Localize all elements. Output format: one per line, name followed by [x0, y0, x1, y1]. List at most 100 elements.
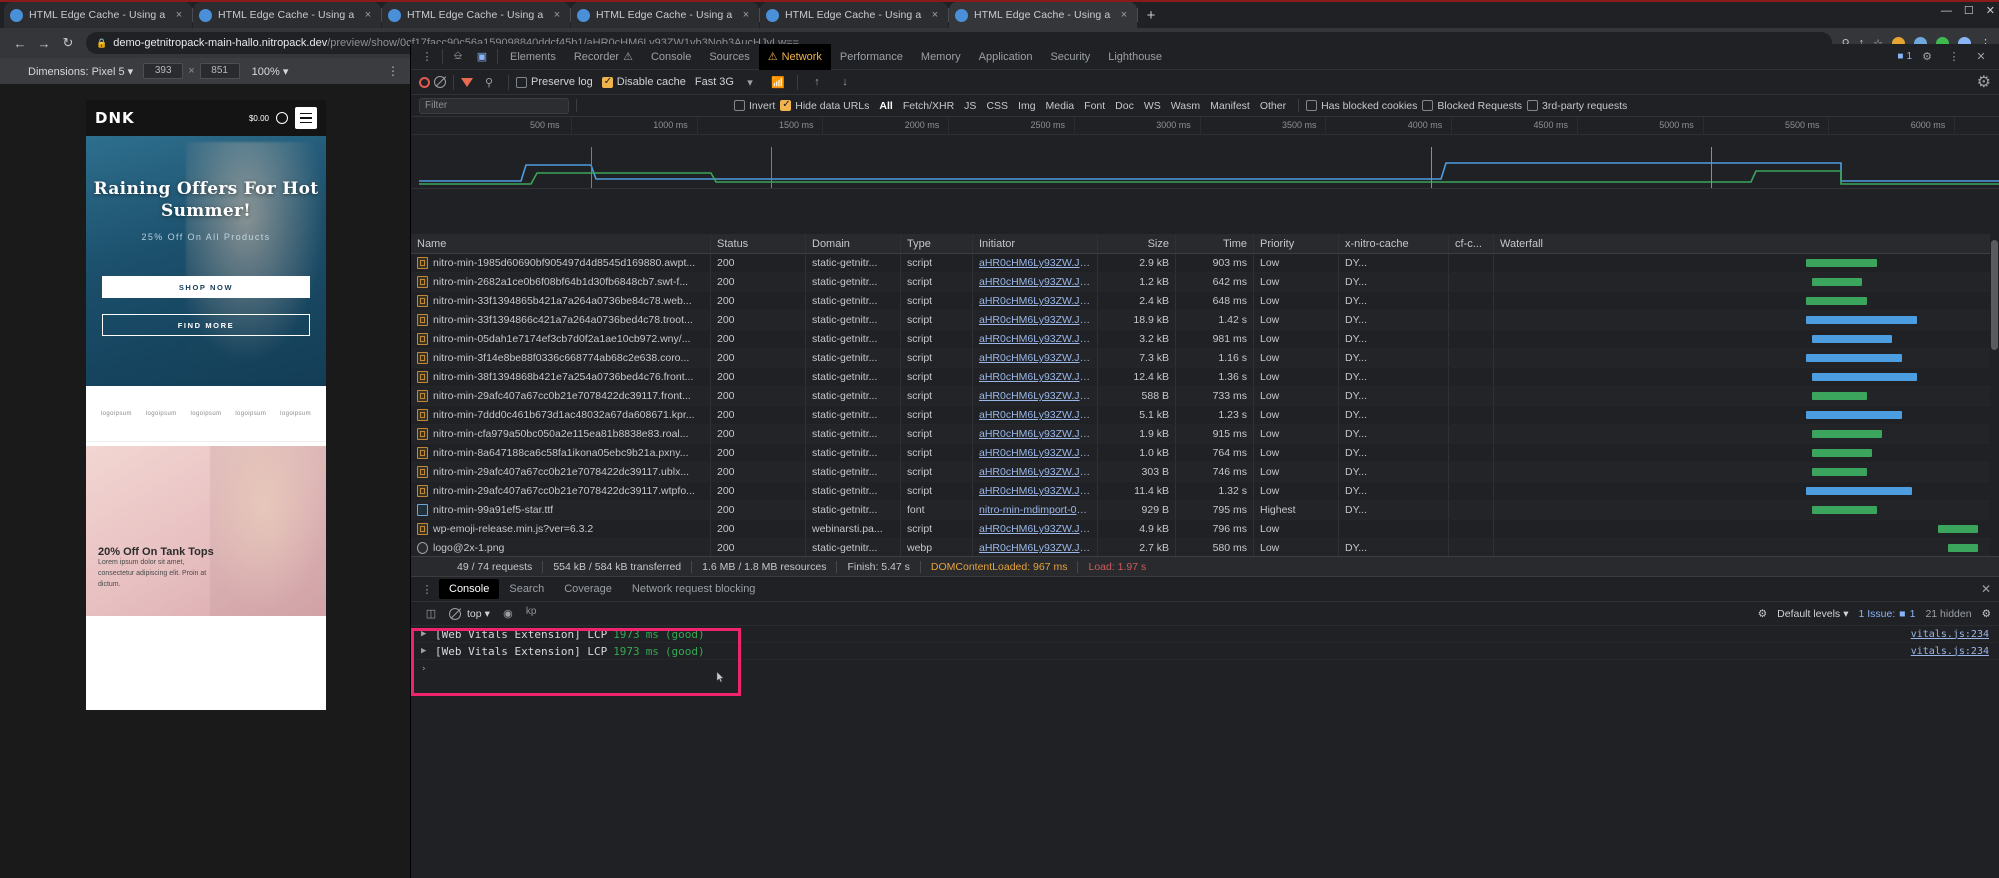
filter-type-fetchxhr[interactable]: Fetch/XHR — [898, 100, 959, 112]
drawer-tab-console[interactable]: Console — [439, 579, 499, 599]
tab-sources[interactable]: Sources — [700, 44, 758, 70]
cell-name[interactable]: nitro-min-cfa979a50bc050a2e115ea81b8838e… — [411, 425, 711, 443]
expand-arrow-icon[interactable]: ▶ — [421, 629, 429, 639]
record-button[interactable] — [419, 77, 430, 88]
initiator-link[interactable]: aHR0cHM6Ly93ZW.Jp... — [979, 371, 1091, 383]
table-row[interactable]: nitro-min-99a91ef5-star.ttf200static-get… — [411, 501, 1999, 520]
browser-tab[interactable]: HTML Edge Cache - Using a × — [382, 2, 570, 28]
drawer-more-icon[interactable]: ⋮ — [415, 578, 439, 600]
table-row[interactable]: wp-emoji-release.min.js?ver=6.3.2200webi… — [411, 520, 1999, 539]
console-prompt[interactable]: › — [411, 660, 1999, 677]
tab-network[interactable]: ⚠Network — [759, 44, 831, 70]
cell-initiator[interactable]: aHR0cHM6Ly93ZW.Jp... — [973, 311, 1098, 329]
filter-type-img[interactable]: Img — [1013, 100, 1041, 112]
initiator-link[interactable]: aHR0cHM6Ly93ZW.Jp... — [979, 485, 1091, 497]
cell-initiator[interactable]: aHR0cHM6Ly93ZW.Jp... — [973, 520, 1098, 538]
initiator-link[interactable]: aHR0cHM6Ly93ZW.Jp... — [979, 542, 1091, 554]
initiator-link[interactable]: aHR0cHM6Ly93ZW.Jp... — [979, 276, 1091, 288]
tab-memory[interactable]: Memory — [912, 44, 970, 70]
cell-name[interactable]: nitro-min-3f14e8be88f0336c668774ab68c2e6… — [411, 349, 711, 367]
filter-icon[interactable] — [461, 78, 473, 87]
column-header-size[interactable]: Size — [1098, 234, 1176, 253]
drawer-tab-network-request-blocking[interactable]: Network request blocking — [622, 579, 766, 599]
cell-initiator[interactable]: aHR0cHM6Ly93ZW.Jp... — [973, 425, 1098, 443]
initiator-link[interactable]: aHR0cHM6Ly93ZW.Jp... — [979, 352, 1091, 364]
device-width-input[interactable]: 393 — [143, 63, 183, 79]
filter-type-all[interactable]: All — [874, 100, 897, 112]
console-message-source[interactable]: vitals.js:234 — [1911, 629, 1999, 640]
cell-initiator[interactable]: aHR0cHM6Ly93ZW.Jp... — [973, 539, 1098, 556]
toggle-device-toolbar-icon[interactable]: ▣ — [470, 46, 494, 68]
cell-name[interactable]: nitro-min-33f1394866c421a7a264a0736bed4c… — [411, 311, 711, 329]
error-badge[interactable]: ■1 — [1897, 51, 1912, 62]
cell-initiator[interactable]: aHR0cHM6Ly93ZW.Jp... — [973, 254, 1098, 272]
cell-name[interactable]: nitro-min-33f1394865b421a7a264a0736be84c… — [411, 292, 711, 310]
cell-initiator[interactable]: aHR0cHM6Ly93ZW.Jp... — [973, 463, 1098, 481]
initiator-link[interactable]: aHR0cHM6Ly93ZW.Jp... — [979, 390, 1091, 402]
hide-data-urls-checkbox[interactable]: Hide data URLs — [780, 100, 869, 112]
cell-initiator[interactable]: aHR0cHM6Ly93ZW.Jp... — [973, 482, 1098, 500]
filter-type-wasm[interactable]: Wasm — [1166, 100, 1205, 112]
column-header-domain[interactable]: Domain — [806, 234, 901, 253]
settings-icon[interactable]: ⚙ — [1915, 46, 1939, 68]
forward-icon[interactable]: → — [32, 31, 56, 55]
tab-close-icon[interactable]: × — [361, 9, 375, 21]
filter-type-media[interactable]: Media — [1041, 100, 1080, 112]
minimize-icon[interactable]: — — [1941, 5, 1952, 17]
cell-initiator[interactable]: aHR0cHM6Ly93ZW.Jp... — [973, 387, 1098, 405]
disable-cache-checkbox[interactable]: Disable cache — [602, 76, 686, 88]
tab-close-icon[interactable]: × — [739, 9, 753, 21]
cart-icon[interactable] — [276, 112, 288, 124]
initiator-link[interactable]: aHR0cHM6Ly93ZW.Jp... — [979, 428, 1091, 440]
reload-icon[interactable]: ↻ — [56, 31, 80, 55]
table-row[interactable]: nitro-min-7ddd0c461b673d1ac48032a67da608… — [411, 406, 1999, 425]
cell-name[interactable]: nitro-min-38f1394868b421e7a254a0736bed4c… — [411, 368, 711, 386]
initiator-link[interactable]: aHR0cHM6Ly93ZW.Jp... — [979, 314, 1091, 326]
tab-elements[interactable]: Elements — [501, 44, 565, 70]
console-filter-icon[interactable]: ◉ — [496, 603, 520, 625]
more-icon[interactable]: ⋮ — [1942, 46, 1966, 68]
cell-name[interactable]: wp-emoji-release.min.js?ver=6.3.2 — [411, 520, 711, 538]
column-header-cf[interactable]: cf-c... — [1449, 234, 1494, 253]
expand-arrow-icon[interactable]: ▶ — [421, 646, 429, 656]
table-row[interactable]: nitro-min-29afc407a67cc0b21e7078422dc391… — [411, 482, 1999, 501]
cell-initiator[interactable]: aHR0cHM6Ly93ZW.Jp... — [973, 444, 1098, 462]
cell-name[interactable]: nitro-min-29afc407a67cc0b21e7078422dc391… — [411, 387, 711, 405]
filter-type-font[interactable]: Font — [1079, 100, 1110, 112]
initiator-link[interactable]: aHR0cHM6Ly93ZW.Jp... — [979, 409, 1091, 421]
cell-name[interactable]: nitro-min-29afc407a67cc0b21e7078422dc391… — [411, 463, 711, 481]
console-messages[interactable]: ▶ [Web Vitals Extension] LCP 1973 ms (go… — [411, 626, 1999, 841]
new-tab-button[interactable]: + — [1138, 2, 1164, 28]
column-header-time[interactable]: Time — [1176, 234, 1254, 253]
cell-initiator[interactable]: aHR0cHM6Ly93ZW.Jp... — [973, 406, 1098, 424]
cell-initiator[interactable]: aHR0cHM6Ly93ZW.Jp... — [973, 292, 1098, 310]
cell-name[interactable]: nitro-min-8a647188ca6c58fa1ikona05ebc9b2… — [411, 444, 711, 462]
cell-name[interactable]: nitro-min-1985d60690bf905497d4d8545d1698… — [411, 254, 711, 272]
table-row[interactable]: nitro-min-cfa979a50bc050a2e115ea81b8838e… — [411, 425, 1999, 444]
throttling-select[interactable]: Fast 3G — [695, 76, 734, 88]
browser-tab[interactable]: HTML Edge Cache - Using a × — [760, 2, 948, 28]
cell-initiator[interactable]: aHR0cHM6Ly93ZW.Jp... — [973, 349, 1098, 367]
console-message[interactable]: ▶ [Web Vitals Extension] LCP 1973 ms (go… — [411, 643, 1999, 660]
cell-name[interactable]: nitro-min-05dah1e7174ef3cb7d0f2a1ae10cb9… — [411, 330, 711, 348]
filter-type-ws[interactable]: WS — [1139, 100, 1166, 112]
network-settings-icon[interactable]: ⚙ — [1977, 72, 1999, 92]
column-header-type[interactable]: Type — [901, 234, 973, 253]
cell-initiator[interactable]: aHR0cHM6Ly93ZW.Jp... — [973, 368, 1098, 386]
search-icon[interactable]: ⚲ — [477, 71, 501, 93]
device-zoom-select[interactable]: 100% ▾ — [252, 65, 289, 78]
tab-application[interactable]: Application — [970, 44, 1042, 70]
tab-close-icon[interactable]: × — [1117, 9, 1131, 21]
blocked-requests-checkbox[interactable]: Blocked Requests — [1422, 100, 1522, 112]
table-row[interactable]: nitro-min-3f14e8be88f0336c668774ab68c2e6… — [411, 349, 1999, 368]
browser-tab[interactable]: HTML Edge Cache - Using a × — [4, 2, 192, 28]
table-row[interactable]: nitro-min-29afc407a67cc0b21e7078422dc391… — [411, 463, 1999, 482]
table-row[interactable]: nitro-min-05dah1e7174ef3cb7d0f2a1ae10cb9… — [411, 330, 1999, 349]
initiator-link[interactable]: aHR0cHM6Ly93ZW.Jp... — [979, 257, 1091, 269]
tab-close-icon[interactable]: × — [172, 9, 186, 21]
table-row[interactable]: nitro-min-1985d60690bf905497d4d8545d1698… — [411, 254, 1999, 273]
console-settings-icon[interactable]: ⚙ — [1982, 608, 1991, 620]
back-icon[interactable]: ← — [8, 31, 32, 55]
tab-performance[interactable]: Performance — [831, 44, 912, 70]
initiator-link[interactable]: nitro-min-mdimport-095... — [979, 504, 1091, 516]
